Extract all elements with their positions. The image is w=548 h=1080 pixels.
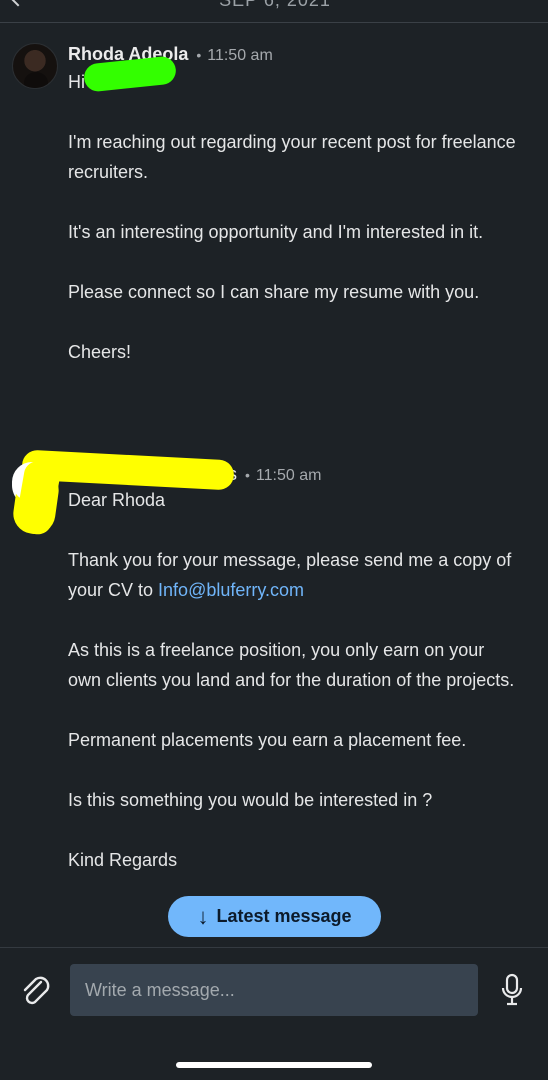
paperclip-icon[interactable]: [18, 973, 54, 1009]
microphone-icon[interactable]: [500, 973, 524, 1007]
message-time: 11:50 am: [255, 467, 322, 484]
message-paragraph: It's an interesting opportunity and I'm …: [68, 222, 484, 242]
messaging-screen: SEP 6, 2021 Rhoda Adeola • 11:50 am Hi I'm…: [0, 0, 548, 1080]
message-closing: Kind Regards: [68, 850, 178, 870]
message-time: 11:50 am: [207, 47, 273, 64]
message-body: Dear Rhoda Thank you for your message, p…: [68, 485, 518, 875]
message-input[interactable]: [70, 964, 478, 1016]
message-paragraph: Permanent placements you earn a placemen…: [68, 730, 467, 750]
message-paragraph: I'm reaching out regarding your recent p…: [68, 132, 516, 182]
message-paragraph: Thank you for your message, please send …: [68, 545, 518, 605]
separator-dot: •: [245, 467, 250, 483]
latest-message-button[interactable]: ↓ Latest message: [168, 896, 381, 937]
home-indicator: [176, 1062, 372, 1068]
email-link[interactable]: Info@bluferry.com: [158, 580, 304, 600]
compose-bar: [0, 947, 548, 1080]
conversation-header: SEP 6, 2021: [0, 0, 548, 23]
message-paragraph: As this is a freelance position, you onl…: [68, 640, 515, 690]
back-arrow-icon[interactable]: [9, 0, 27, 7]
message-body: Hi I'm reaching out regarding your recen…: [68, 67, 518, 367]
date-divider: SEP 6, 2021: [219, 0, 331, 10]
message-paragraph: Is this something you would be intereste…: [68, 790, 433, 810]
message-greeting: Dear Rhoda: [68, 490, 166, 510]
avatar[interactable]: [12, 43, 58, 89]
message-paragraph: Cheers!: [68, 342, 132, 362]
separator-dot: •: [196, 47, 202, 63]
arrow-down-icon: ↓: [197, 903, 209, 929]
message-paragraph: Please connect so I can share my resume …: [68, 282, 480, 302]
latest-message-label: Latest message: [216, 906, 352, 926]
